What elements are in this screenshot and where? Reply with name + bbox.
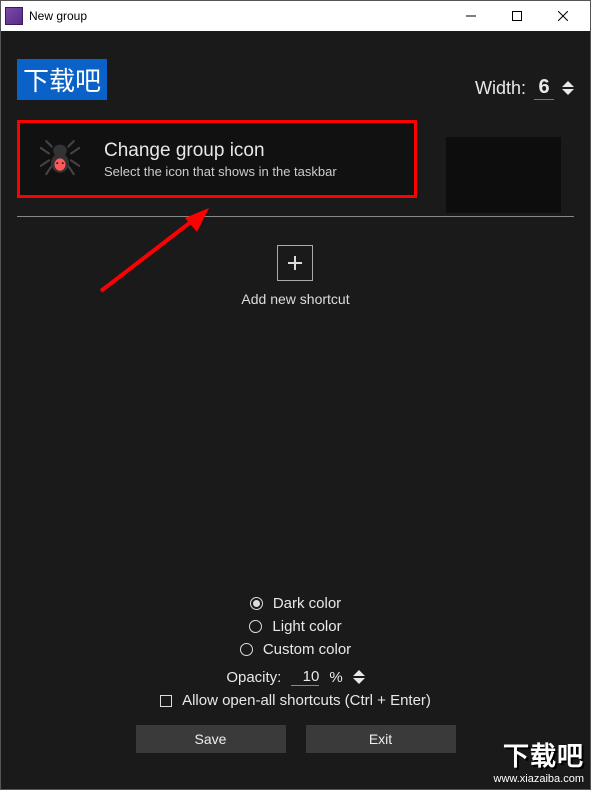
minimize-button[interactable] xyxy=(448,1,494,31)
add-shortcut-button[interactable] xyxy=(277,245,313,281)
icon-preview-slot xyxy=(446,137,561,213)
save-button[interactable]: Save xyxy=(136,725,286,753)
app-icon xyxy=(5,7,23,25)
width-spinner[interactable] xyxy=(562,81,574,95)
divider xyxy=(17,216,574,217)
dark-color-label: Dark color xyxy=(273,595,341,612)
annotation-arrow xyxy=(81,206,221,296)
spider-icon xyxy=(38,137,82,181)
width-label: Width: xyxy=(475,78,526,99)
window-title: New group xyxy=(29,9,448,23)
plus-icon xyxy=(286,254,304,272)
close-button[interactable] xyxy=(540,1,586,31)
radio-icon xyxy=(250,597,263,610)
custom-color-label: Custom color xyxy=(263,641,351,658)
radio-icon xyxy=(249,620,262,633)
opacity-spinner[interactable] xyxy=(353,670,365,684)
allow-open-all-label: Allow open-all shortcuts (Ctrl + Enter) xyxy=(182,692,431,709)
exit-button[interactable]: Exit xyxy=(306,725,456,753)
maximize-button[interactable] xyxy=(494,1,540,31)
add-shortcut-label: Add new shortcut xyxy=(241,291,349,307)
group-name-input[interactable]: 下载吧 xyxy=(17,59,107,100)
titlebar: New group xyxy=(1,1,590,31)
chevron-down-icon[interactable] xyxy=(353,678,365,684)
opacity-input[interactable]: 10 xyxy=(291,668,319,686)
change-group-icon-button[interactable]: Change group icon Select the icon that s… xyxy=(17,120,417,198)
radio-custom-color[interactable]: Custom color xyxy=(240,641,351,658)
change-icon-title: Change group icon xyxy=(104,140,337,162)
opacity-suffix: % xyxy=(329,669,342,686)
width-value[interactable]: 6 xyxy=(534,76,554,100)
change-icon-subtitle: Select the icon that shows in the taskba… xyxy=(104,164,337,179)
watermark-url: www.xiazaiba.com xyxy=(494,773,584,785)
opacity-label: Opacity: xyxy=(226,669,281,686)
chevron-up-icon[interactable] xyxy=(353,670,365,676)
radio-light-color[interactable]: Light color xyxy=(249,618,341,635)
radio-icon xyxy=(240,643,253,656)
chevron-down-icon[interactable] xyxy=(562,89,574,95)
allow-open-all-checkbox[interactable]: Allow open-all shortcuts (Ctrl + Enter) xyxy=(160,692,431,709)
chevron-up-icon[interactable] xyxy=(562,81,574,87)
checkbox-icon xyxy=(160,695,172,707)
radio-dark-color[interactable]: Dark color xyxy=(250,595,341,612)
light-color-label: Light color xyxy=(272,618,341,635)
